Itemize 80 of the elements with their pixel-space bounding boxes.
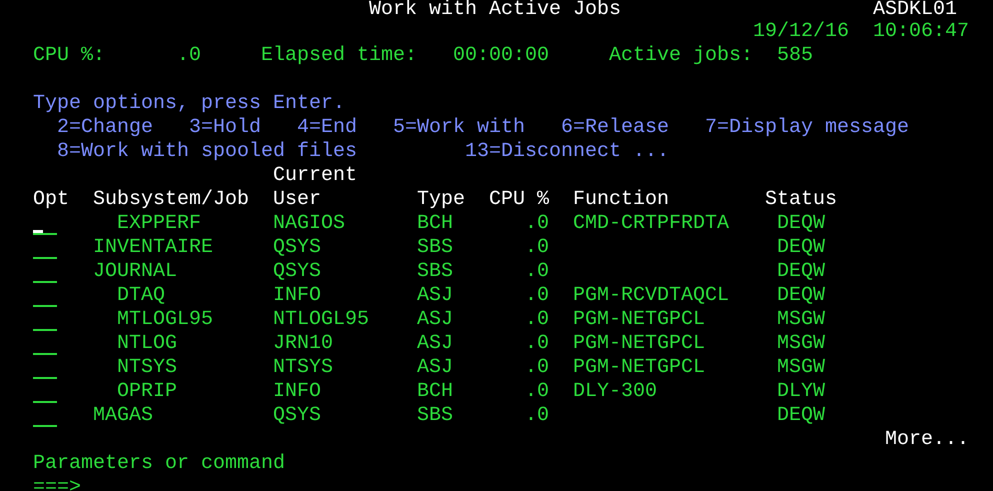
type-cell: BCH (417, 380, 453, 404)
option-text: 2=Change (57, 116, 153, 140)
user-cell: QSYS (273, 260, 321, 284)
type-cell: ASJ (417, 332, 453, 356)
column-header: User (273, 188, 321, 212)
cpu-cell: .0 (525, 308, 549, 332)
job-name: MTLOGL95 (117, 308, 213, 332)
status-cell: DLYW (777, 380, 825, 404)
user-cell: NTSYS (273, 356, 333, 380)
column-header: Status (765, 188, 837, 212)
type-cell: ASJ (417, 284, 453, 308)
type-cell: SBS (417, 404, 453, 428)
function-cell: DLY-300 (573, 380, 657, 404)
summary-label: Active jobs: (609, 44, 753, 68)
time: 10:06:47 (873, 20, 969, 44)
summary-value: 585 (777, 44, 813, 68)
column-header: Function (573, 188, 669, 212)
job-name: DTAQ (117, 284, 165, 308)
status-cell: MSGW (777, 356, 825, 380)
user-cell: INFO (273, 284, 321, 308)
job-name: NTSYS (117, 356, 177, 380)
summary-label: Elapsed time: (261, 44, 417, 68)
column-header: Opt (33, 188, 69, 212)
cpu-cell: .0 (525, 404, 549, 428)
option-text: 3=Hold (189, 116, 261, 140)
option-text: 7=Display message (705, 116, 909, 140)
option-text: 5=Work with (393, 116, 525, 140)
instructions: Type options, press Enter. (33, 92, 345, 116)
cpu-cell: .0 (525, 284, 549, 308)
option-text: 8=Work with spooled files (57, 140, 357, 164)
function-cell: PGM-NETGPCL (573, 332, 705, 356)
option-text: 4=End (297, 116, 357, 140)
system-name: ASDKL01 (873, 0, 957, 20)
job-name: OPRIP (117, 380, 177, 404)
job-name: NTLOG (117, 332, 177, 356)
job-name: MAGAS (93, 404, 153, 428)
function-cell: PGM-NETGPCL (573, 308, 705, 332)
summary-label: CPU %: (33, 44, 105, 68)
cpu-cell: .0 (525, 260, 549, 284)
function-cell: PGM-RCVDTAQCL (573, 284, 729, 308)
status-cell: DEQW (777, 212, 825, 236)
date: 19/12/16 (753, 20, 849, 44)
column-header: Current (273, 164, 357, 188)
more-indicator: More... (885, 428, 969, 452)
cpu-cell: .0 (525, 380, 549, 404)
job-name: JOURNAL (93, 260, 177, 284)
column-header: CPU % (489, 188, 549, 212)
type-cell: SBS (417, 260, 453, 284)
command-label: Parameters or command (33, 452, 285, 476)
status-cell: MSGW (777, 308, 825, 332)
cpu-cell: .0 (525, 356, 549, 380)
summary-value: 00:00:00 (453, 44, 549, 68)
summary-value: .0 (177, 44, 201, 68)
user-cell: NAGIOS (273, 212, 345, 236)
job-name: INVENTAIRE (93, 236, 213, 260)
user-cell: QSYS (273, 404, 321, 428)
type-cell: ASJ (417, 356, 453, 380)
user-cell: QSYS (273, 236, 321, 260)
status-cell: DEQW (777, 260, 825, 284)
type-cell: BCH (417, 212, 453, 236)
cpu-cell: .0 (525, 212, 549, 236)
status-cell: DEQW (777, 236, 825, 260)
command-prompt: ===> (33, 476, 81, 491)
function-cell: CMD-CRTPFRDTA (573, 212, 729, 236)
function-cell: PGM-NETGPCL (573, 356, 705, 380)
type-cell: SBS (417, 236, 453, 260)
option-text: 13=Disconnect ... (465, 140, 669, 164)
type-cell: ASJ (417, 308, 453, 332)
user-cell: INFO (273, 380, 321, 404)
job-name: EXPPERF (117, 212, 201, 236)
status-cell: MSGW (777, 332, 825, 356)
cpu-cell: .0 (525, 332, 549, 356)
user-cell: JRN10 (273, 332, 333, 356)
user-cell: NTLOGL95 (273, 308, 369, 332)
cpu-cell: .0 (525, 236, 549, 260)
option-text: 6=Release (561, 116, 669, 140)
column-header: Type (417, 188, 465, 212)
status-cell: DEQW (777, 404, 825, 428)
column-header: Subsystem/Job (93, 188, 249, 212)
status-cell: DEQW (777, 284, 825, 308)
